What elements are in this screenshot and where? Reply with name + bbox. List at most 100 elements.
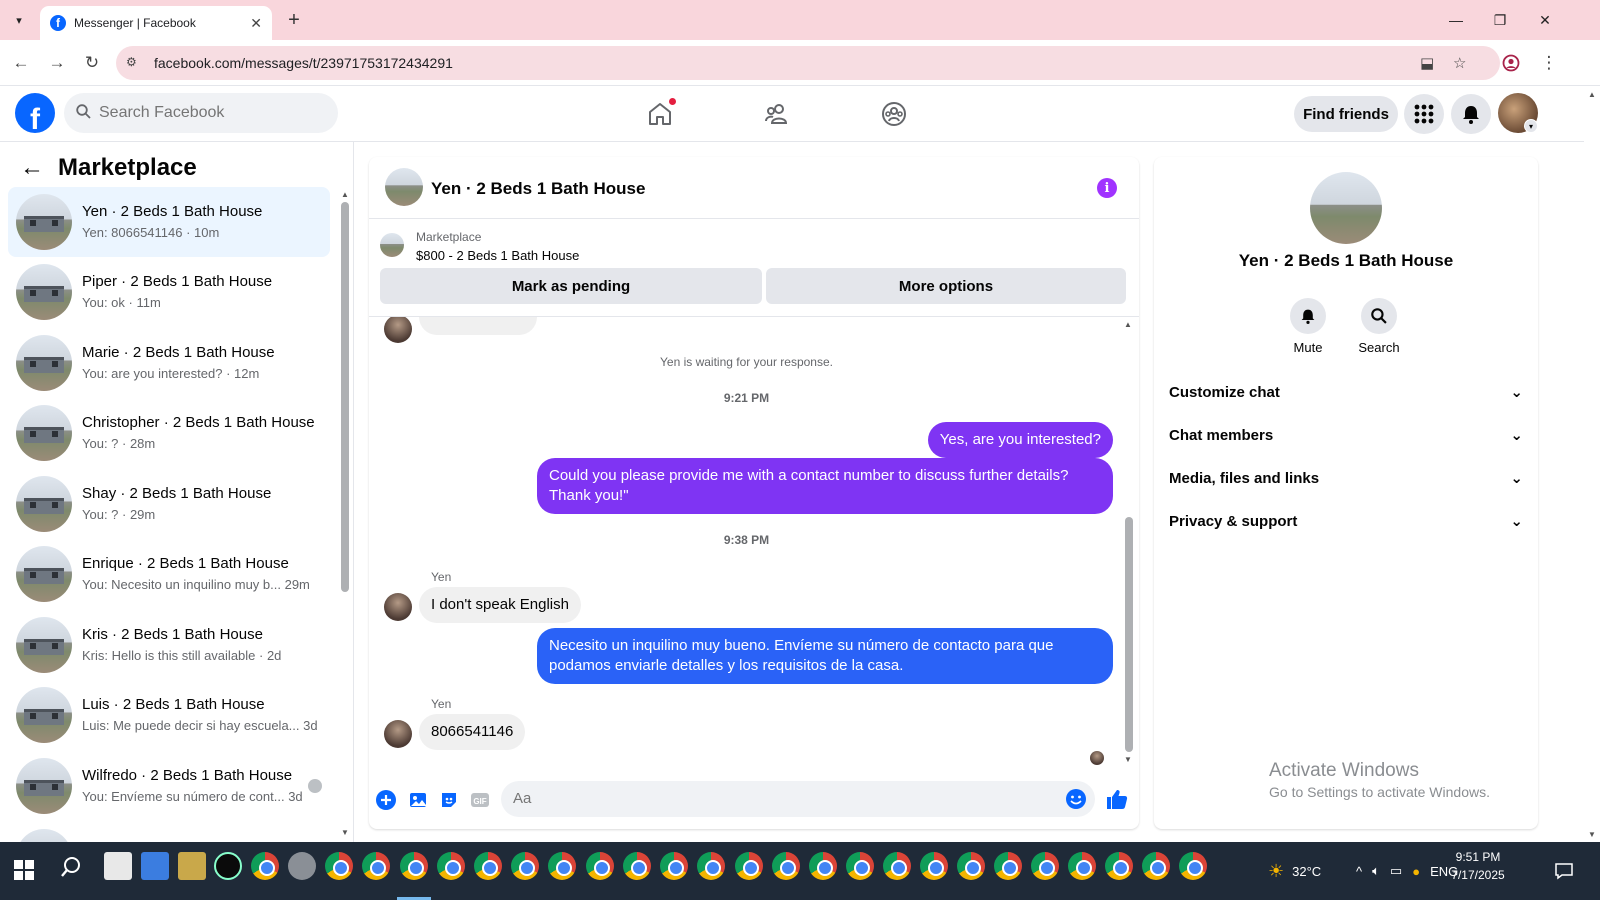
mute-action[interactable]: Mute <box>1278 298 1338 355</box>
find-friends-button[interactable]: Find friends <box>1294 96 1398 132</box>
notification-center-icon[interactable] <box>1554 842 1574 900</box>
conversation-item[interactable] <box>8 822 330 842</box>
listing-price[interactable]: $800 - 2 Beds 1 Bath House <box>416 248 579 263</box>
search-action[interactable]: Search <box>1349 298 1409 355</box>
tab-search-button[interactable]: ▾ <box>6 8 32 32</box>
chrome-icon[interactable] <box>994 852 1022 880</box>
volume-icon[interactable]: 🔈︎ <box>1372 863 1380 879</box>
taskbar-search-icon[interactable] <box>60 856 82 884</box>
conversation-item[interactable]: Christopher · 2 Beds 1 Bath House You: ?… <box>8 398 330 468</box>
search-input[interactable] <box>99 104 309 122</box>
browser-tab[interactable]: f Messenger | Facebook ✕ <box>40 6 272 40</box>
restore-button[interactable]: ❐ <box>1485 8 1515 32</box>
like-button[interactable] <box>1104 786 1130 812</box>
forward-button[interactable]: → <box>46 52 68 74</box>
start-button[interactable] <box>14 860 34 880</box>
conversation-item[interactable]: Piper · 2 Beds 1 Bath House You: ok · 11… <box>8 257 330 327</box>
weather-widget[interactable]: ☀ 32°C <box>1268 842 1321 900</box>
chrome-icon[interactable] <box>1031 852 1059 880</box>
info-icon[interactable]: i <box>1097 178 1117 198</box>
chrome-icon[interactable] <box>957 852 985 880</box>
gif-button[interactable]: GIF <box>469 789 491 811</box>
section-privacy-support[interactable]: Privacy & support ⌄ <box>1169 501 1523 541</box>
taskbar-app-icon[interactable] <box>178 852 206 880</box>
back-button[interactable]: ← <box>10 52 32 74</box>
scroll-down-arrow-icon[interactable]: ▼ <box>1124 755 1132 764</box>
listing-avatar[interactable] <box>1310 172 1382 244</box>
photo-button[interactable] <box>407 789 429 811</box>
more-options-button[interactable]: More options <box>766 268 1126 304</box>
site-info-icon[interactable]: ⚙ <box>126 55 142 71</box>
taskbar-app-icon[interactable] <box>214 852 242 880</box>
show-hidden-icons[interactable]: ^ <box>1356 864 1362 879</box>
menu-button[interactable] <box>1404 94 1444 134</box>
chrome-icon[interactable] <box>809 852 837 880</box>
scroll-up-arrow-icon[interactable]: ▲ <box>341 190 349 199</box>
back-arrow-icon[interactable]: ← <box>20 154 44 182</box>
message-input-wrap[interactable] <box>501 781 1095 817</box>
page-scroll-down-icon[interactable]: ▼ <box>1588 830 1596 839</box>
chrome-icon[interactable] <box>325 852 353 880</box>
chrome-icon[interactable] <box>697 852 725 880</box>
scroll-down-arrow-icon[interactable]: ▼ <box>341 828 349 837</box>
browser-menu-icon[interactable]: ⋮ <box>1538 52 1560 74</box>
nav-home[interactable] <box>640 96 680 132</box>
taskbar-app-icon[interactable] <box>104 852 132 880</box>
chrome-icon[interactable] <box>660 852 688 880</box>
page-scroll-up-icon[interactable]: ▲ <box>1588 90 1596 99</box>
network-icon[interactable]: ▭ <box>1390 863 1402 879</box>
section-chat-members[interactable]: Chat members ⌄ <box>1169 415 1523 455</box>
chat-avatar[interactable] <box>385 168 423 206</box>
profile-icon[interactable] <box>1500 52 1522 74</box>
add-attachment-button[interactable] <box>375 789 397 811</box>
security-icon[interactable]: ● <box>1412 864 1420 879</box>
conversation-item[interactable]: Enrique · 2 Beds 1 Bath House You: Neces… <box>8 539 330 609</box>
bookmark-star-icon[interactable]: ☆ <box>1453 54 1466 72</box>
mark-as-pending-button[interactable]: Mark as pending <box>380 268 762 304</box>
scroll-up-arrow-icon[interactable]: ▲ <box>1124 320 1132 329</box>
chrome-icon[interactable] <box>623 852 651 880</box>
taskbar-app-icon[interactable] <box>288 852 316 880</box>
chrome-icon[interactable] <box>1068 852 1096 880</box>
facebook-search[interactable] <box>64 93 338 133</box>
conversation-item[interactable]: Shay · 2 Beds 1 Bath House You: ? · 29m <box>8 469 330 539</box>
chrome-icon[interactable] <box>251 852 279 880</box>
message-input[interactable] <box>513 790 1033 807</box>
chrome-icon[interactable] <box>586 852 614 880</box>
chat-scrollbar[interactable] <box>1125 517 1133 752</box>
conversation-item[interactable]: Wilfredo · 2 Beds 1 Bath House You: Enví… <box>8 751 330 821</box>
url-text[interactable]: facebook.com/messages/t/2397175317243429… <box>154 55 453 71</box>
nav-friends[interactable] <box>757 96 797 132</box>
chrome-icon[interactable] <box>400 852 428 880</box>
conversation-item[interactable]: Luis · 2 Beds 1 Bath House Luis: Me pued… <box>8 680 330 750</box>
taskbar-store-icon[interactable] <box>141 852 169 880</box>
conversation-item[interactable]: Kris · 2 Beds 1 Bath House Kris: Hello i… <box>8 610 330 680</box>
chrome-icon[interactable] <box>511 852 539 880</box>
chrome-icon[interactable] <box>883 852 911 880</box>
chrome-icon[interactable] <box>920 852 948 880</box>
chrome-icon[interactable] <box>362 852 390 880</box>
tab-close-icon[interactable]: ✕ <box>250 15 262 32</box>
account-chevron-icon[interactable]: ▾ <box>1524 119 1538 133</box>
nav-groups[interactable] <box>874 96 914 132</box>
chrome-icon[interactable] <box>474 852 502 880</box>
clock[interactable]: 9:51 PM 7/17/2025 <box>1440 848 1516 884</box>
chrome-icon[interactable] <box>548 852 576 880</box>
conversation-item[interactable]: Yen · 2 Beds 1 Bath House Yen: 806654114… <box>8 187 330 257</box>
omnibox[interactable]: ⚙ facebook.com/messages/t/23971753172434… <box>116 46 1500 80</box>
chat-title[interactable]: Yen · 2 Beds 1 Bath House <box>431 179 645 199</box>
chrome-icon[interactable] <box>437 852 465 880</box>
section-media-files-links[interactable]: Media, files and links ⌄ <box>1169 458 1523 498</box>
facebook-logo[interactable]: f <box>15 93 55 133</box>
chrome-icon[interactable] <box>1105 852 1133 880</box>
left-scrollbar[interactable] <box>341 202 349 592</box>
chrome-icon[interactable] <box>735 852 763 880</box>
chrome-icon[interactable] <box>772 852 800 880</box>
close-window-button[interactable]: ✕ <box>1530 8 1560 32</box>
chrome-icon[interactable] <box>1179 852 1207 880</box>
section-customize-chat[interactable]: Customize chat ⌄ <box>1169 372 1523 412</box>
conversation-item[interactable]: Marie · 2 Beds 1 Bath House You: are you… <box>8 328 330 398</box>
chrome-icon[interactable] <box>1142 852 1170 880</box>
minimize-button[interactable]: — <box>1441 8 1471 32</box>
sticker-button[interactable] <box>438 789 460 811</box>
